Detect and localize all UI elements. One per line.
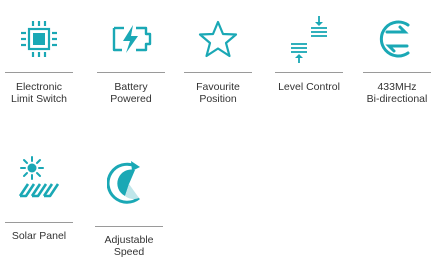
battery-charging-icon [97, 10, 165, 68]
divider [184, 72, 252, 73]
divider [5, 222, 73, 223]
divider [5, 72, 73, 73]
feature-label: Adjustable Speed [104, 234, 154, 258]
feature-label: Level Control [278, 81, 340, 93]
signal-icon [363, 10, 431, 68]
speed-icon [95, 154, 163, 212]
divider [95, 226, 163, 227]
solar-panel-icon [5, 150, 73, 208]
divider [97, 72, 165, 73]
feature-label: Battery Powered [110, 81, 152, 105]
chip-icon [5, 10, 73, 68]
feature-label: 433MHz Bi-directional [366, 81, 428, 105]
divider [363, 72, 431, 73]
feature-label: Electronic Limit Switch [10, 81, 67, 105]
divider [275, 72, 343, 73]
feature-label: Favourite Position [196, 81, 240, 105]
star-icon [184, 10, 252, 68]
feature-label: Solar Panel [11, 230, 67, 242]
level-control-icon [275, 10, 343, 68]
